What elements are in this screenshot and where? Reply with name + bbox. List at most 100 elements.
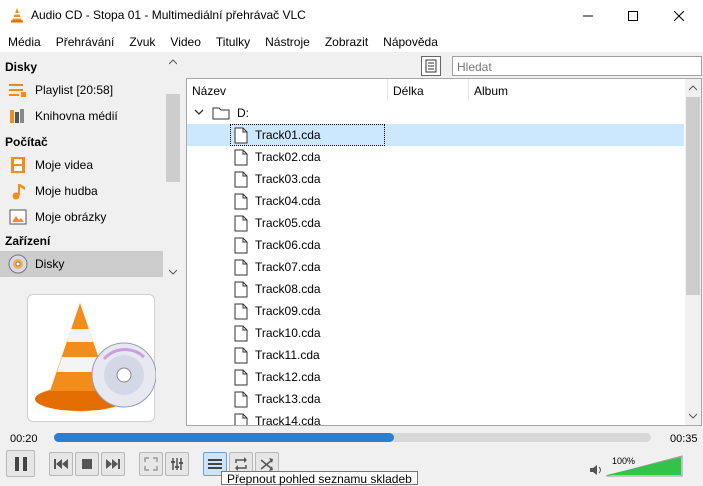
fullscreen-button[interactable]: [139, 452, 163, 476]
seek-slider[interactable]: [54, 433, 651, 442]
minimize-button[interactable]: [565, 0, 611, 31]
extended-settings-button[interactable]: [165, 452, 189, 476]
track-row[interactable]: Track05.cda: [187, 212, 684, 234]
folder-row[interactable]: D:: [187, 102, 684, 124]
track-row[interactable]: Track01.cda: [187, 124, 684, 146]
menu-video[interactable]: Video: [161, 31, 206, 52]
playlist-icon: [8, 81, 28, 99]
column-header-length[interactable]: Délka: [388, 79, 469, 101]
minimize-icon: [583, 15, 593, 16]
file-icon: [234, 369, 248, 386]
media-library-icon: [8, 107, 28, 125]
title-bar: Audio CD - Stopa 01 - Multimediální přeh…: [0, 0, 703, 31]
scroll-up-icon[interactable]: [169, 58, 177, 66]
volume-slider[interactable]: [605, 455, 683, 477]
sidebar-item-my-videos[interactable]: Moje videa: [0, 152, 163, 178]
track-name: Track04.cda: [255, 194, 321, 208]
folder-icon: [212, 107, 230, 120]
search-input[interactable]: Hledat: [452, 56, 702, 76]
file-icon: [234, 391, 248, 408]
next-button[interactable]: [101, 452, 125, 476]
total-time: 00:35: [670, 433, 698, 445]
track-row[interactable]: Track13.cda: [187, 388, 684, 410]
sidebar-item-my-pictures[interactable]: Moje obrázky: [0, 204, 163, 230]
maximize-button[interactable]: [610, 0, 656, 31]
file-icon: [234, 149, 248, 166]
track-name: Track09.cda: [255, 304, 321, 318]
sidebar: Disky Playlist [20:58] Knihovna médií Po…: [0, 56, 181, 278]
maximize-icon: [628, 10, 638, 21]
track-row[interactable]: Track08.cda: [187, 278, 684, 300]
view-mode-button[interactable]: [421, 56, 441, 76]
track-row[interactable]: Track09.cda: [187, 300, 684, 322]
menu-help[interactable]: Nápověda: [374, 31, 444, 52]
track-row[interactable]: Track03.cda: [187, 168, 684, 190]
file-icon: [234, 347, 248, 364]
file-icon: [234, 171, 248, 188]
list-view-icon: [425, 59, 437, 73]
repeat-icon: [235, 457, 247, 471]
sidebar-scroll-thumb[interactable]: [166, 94, 180, 182]
track-row[interactable]: Track10.cda: [187, 322, 684, 344]
sidebar-item-label: Knihovna médií: [35, 109, 118, 123]
track-row[interactable]: Track12.cda: [187, 366, 684, 388]
vlc-cone-icon: [11, 8, 23, 23]
menu-tools[interactable]: Nástroje: [256, 31, 316, 52]
sidebar-item-label: Moje hudba: [35, 184, 98, 198]
folder-label: D:: [237, 106, 249, 120]
track-name: Track13.cda: [255, 392, 321, 406]
skip-next-icon: [106, 459, 120, 469]
track-name: Track05.cda: [255, 216, 321, 230]
track-row[interactable]: Track06.cda: [187, 234, 684, 256]
scroll-down-icon[interactable]: [169, 268, 177, 276]
pause-button[interactable]: [6, 450, 35, 477]
playlist-scroll-thumb[interactable]: [686, 97, 700, 295]
scroll-up-icon[interactable]: [689, 84, 697, 92]
menu-subtitles[interactable]: Titulky: [207, 31, 256, 52]
menu-audio[interactable]: Zvuk: [120, 31, 161, 52]
sidebar-scrollbar[interactable]: [165, 56, 181, 278]
pause-icon: [14, 456, 27, 471]
sidebar-item-discs[interactable]: Disky: [0, 251, 163, 277]
column-header-album[interactable]: Album: [469, 79, 684, 101]
sidebar-item-playlist[interactable]: Playlist [20:58]: [0, 77, 163, 103]
equalizer-icon: [171, 458, 183, 470]
playlist-view: Název Délka Album D: Track01.cda Track02.…: [186, 78, 702, 426]
sidebar-item-label: Moje videa: [35, 158, 94, 172]
sidebar-header-computer: Počítač: [5, 135, 48, 149]
sidebar-header-devices: Zařízení: [5, 234, 51, 248]
track-name: Track01.cda: [255, 128, 321, 142]
stop-icon: [82, 459, 92, 469]
skip-previous-icon: [54, 459, 68, 469]
track-name: Track03.cda: [255, 172, 321, 186]
track-row[interactable]: Track11.cda: [187, 344, 684, 366]
fullscreen-icon: [144, 457, 158, 471]
menu-bar: Média Přehrávání Zvuk Video Titulky Nást…: [0, 31, 703, 52]
sidebar-item-media-library[interactable]: Knihovna médií: [0, 103, 163, 129]
scroll-down-icon[interactable]: [689, 412, 697, 420]
close-button[interactable]: [656, 0, 702, 31]
track-row[interactable]: Track14.cda: [187, 410, 684, 425]
menu-media[interactable]: Média: [0, 31, 47, 52]
track-name: Track02.cda: [255, 150, 321, 164]
music-note-icon: [8, 182, 28, 200]
chevron-down-icon[interactable]: [194, 109, 204, 117]
album-art: [27, 294, 157, 422]
track-name: Track12.cda: [255, 370, 321, 384]
vlc-cone-art-icon: [35, 303, 157, 411]
playlist-scrollbar[interactable]: [685, 79, 701, 425]
previous-button[interactable]: [49, 452, 73, 476]
menu-view[interactable]: Zobrazit: [316, 31, 374, 52]
shuffle-icon: [260, 458, 273, 471]
sidebar-item-label: Moje obrázky: [35, 210, 107, 224]
track-row[interactable]: Track04.cda: [187, 190, 684, 212]
stop-button[interactable]: [75, 452, 99, 476]
track-name: Track10.cda: [255, 326, 321, 340]
speaker-icon[interactable]: [589, 464, 603, 476]
sidebar-item-my-music[interactable]: Moje hudba: [0, 178, 163, 204]
column-header-name[interactable]: Název: [187, 79, 388, 101]
menu-playback[interactable]: Přehrávání: [47, 31, 121, 52]
track-row[interactable]: Track02.cda: [187, 146, 684, 168]
track-row[interactable]: Track07.cda: [187, 256, 684, 278]
track-name: Track11.cda: [255, 348, 320, 362]
